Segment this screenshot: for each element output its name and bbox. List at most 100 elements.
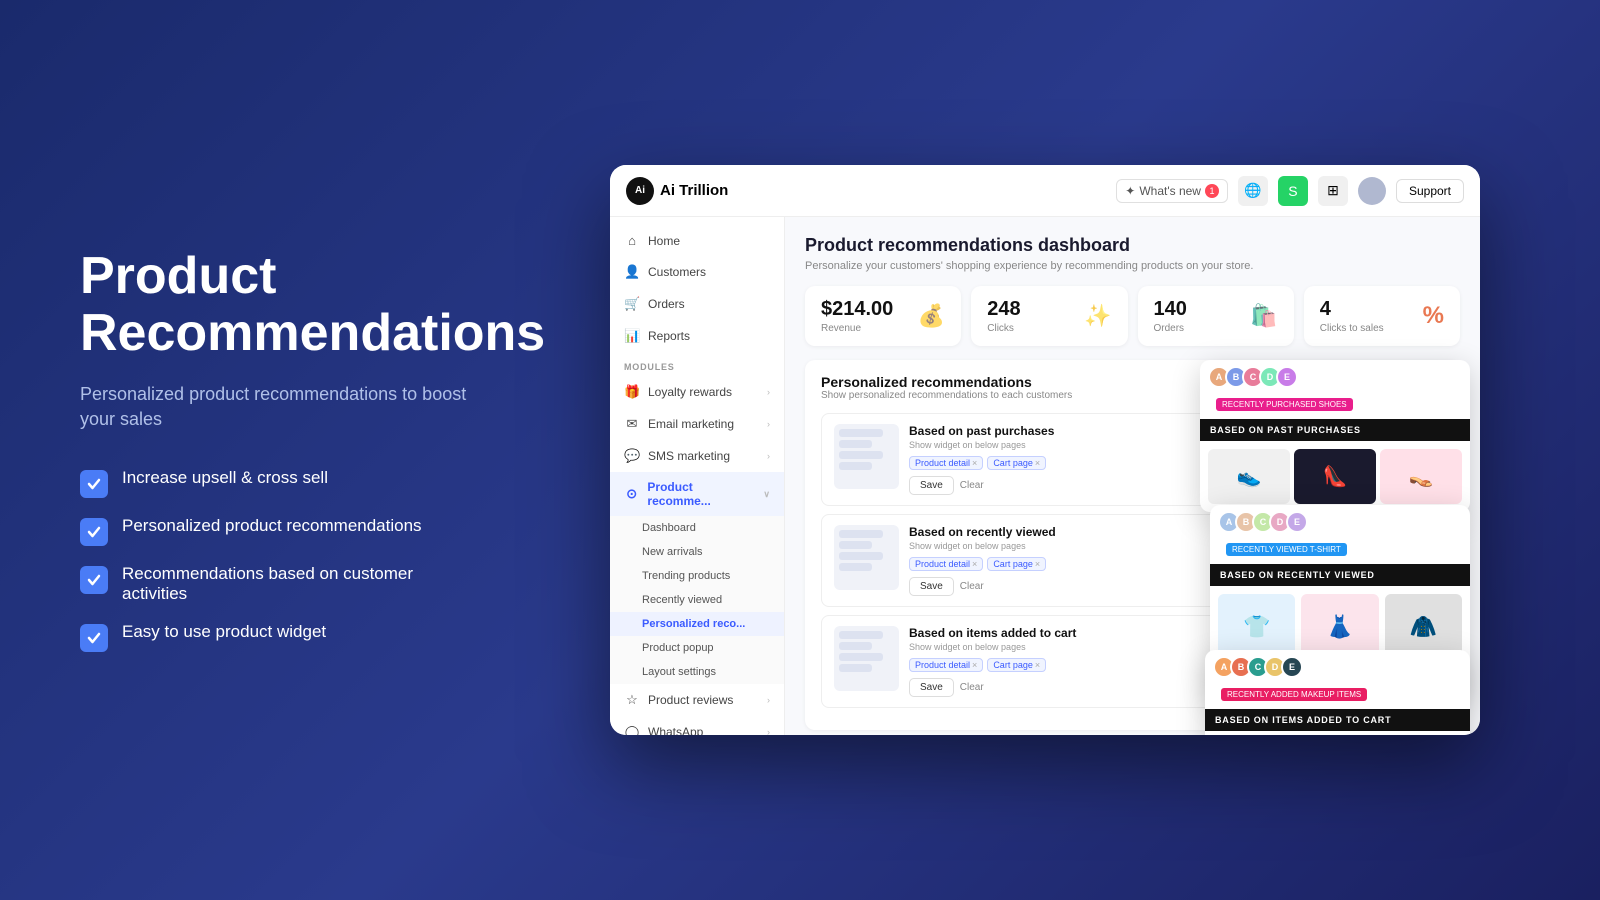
tag-product-detail[interactable]: Product detail × bbox=[909, 456, 983, 470]
sidebar-item-reviews[interactable]: ☆ Product reviews › bbox=[610, 684, 784, 716]
nav-actions: ✦ What's new 1 🌐 S ⊞ Support bbox=[1116, 176, 1464, 206]
makeup-images: 💄 🧴 💅 bbox=[1205, 731, 1470, 735]
submenu-personalized-reco[interactable]: Personalized reco... bbox=[610, 612, 784, 636]
tag-x-icon[interactable]: × bbox=[972, 660, 977, 670]
whats-new-button[interactable]: ✦ What's new 1 bbox=[1116, 179, 1228, 203]
popup-cart: A B C D E RECENTLY ADDED MAKEUP ITEMS BA… bbox=[1205, 650, 1470, 735]
submenu-new-arrivals[interactable]: New arrivals bbox=[610, 540, 784, 564]
sidebar-item-product-reco[interactable]: ⊙ Product recomme... ∨ bbox=[610, 472, 784, 516]
save-button[interactable]: Save bbox=[909, 678, 954, 697]
home-icon: ⌂ bbox=[624, 233, 640, 248]
orders-icon: 🛍️ bbox=[1250, 303, 1277, 329]
support-button[interactable]: Support bbox=[1396, 179, 1464, 203]
tag-product-detail[interactable]: Product detail × bbox=[909, 658, 983, 672]
page-subtitle: Personalize your customers' shopping exp… bbox=[805, 260, 1460, 272]
stats-row: $214.00 Revenue 💰 248 Clicks ✨ bbox=[805, 286, 1460, 346]
orders-icon: 🛒 bbox=[624, 296, 640, 312]
modules-label: MODULES bbox=[610, 352, 784, 376]
chevron-right-icon: › bbox=[767, 419, 770, 429]
whatsapp-icon: ◯ bbox=[624, 724, 640, 735]
avatar-row: A B C D E bbox=[1208, 366, 1298, 388]
preview-bar bbox=[839, 429, 883, 437]
grid-icon[interactable]: ⊞ bbox=[1318, 176, 1348, 206]
preview-bar bbox=[839, 462, 872, 470]
tag-cart-page[interactable]: Cart page × bbox=[987, 456, 1046, 470]
submenu-product-popup[interactable]: Product popup bbox=[610, 636, 784, 660]
check-icon bbox=[80, 518, 108, 546]
submenu-recently-viewed[interactable]: Recently viewed bbox=[610, 588, 784, 612]
chevron-right-icon: › bbox=[767, 727, 770, 735]
sidebar-item-loyalty[interactable]: 🎁 Loyalty rewards › bbox=[610, 376, 784, 408]
logo-area: Ai Ai Trillion bbox=[626, 177, 728, 205]
stat-card-revenue: $214.00 Revenue 💰 bbox=[805, 286, 961, 346]
reco-preview bbox=[834, 424, 899, 489]
sidebar-item-home[interactable]: ⌂ Home bbox=[610, 225, 784, 256]
clear-button[interactable]: Clear bbox=[960, 476, 984, 495]
popup-past-header: BASED ON PAST PURCHASES bbox=[1200, 419, 1470, 441]
ctr-icon: % bbox=[1423, 302, 1444, 330]
popup-recently-viewed-header: BASED ON RECENTLY VIEWED bbox=[1210, 564, 1470, 586]
preview-bar bbox=[839, 440, 872, 448]
hero-subtitle: Personalized product recommendations to … bbox=[80, 382, 470, 432]
check-icon bbox=[80, 624, 108, 652]
tag-cart-page[interactable]: Cart page × bbox=[987, 557, 1046, 571]
submenu-trending[interactable]: Trending products bbox=[610, 564, 784, 588]
reco-section: Personalized recommendations Show person… bbox=[805, 360, 1460, 730]
clear-button[interactable]: Clear bbox=[960, 678, 984, 697]
save-button[interactable]: Save bbox=[909, 577, 954, 596]
clear-button[interactable]: Clear bbox=[960, 577, 984, 596]
reports-icon: 📊 bbox=[624, 328, 640, 344]
tag-cart-page[interactable]: Cart page × bbox=[987, 658, 1046, 672]
tag-x-icon[interactable]: × bbox=[1035, 458, 1040, 468]
product-reco-icon: ⊙ bbox=[624, 486, 639, 502]
chevron-right-icon: › bbox=[767, 387, 770, 397]
sidebar-item-sms[interactable]: 💬 SMS marketing › bbox=[610, 440, 784, 472]
shoe-img-white: 👟 bbox=[1208, 449, 1290, 504]
user-avatar[interactable] bbox=[1358, 177, 1386, 205]
app-window: Ai Ai Trillion ✦ What's new 1 🌐 S ⊞ Supp… bbox=[610, 165, 1480, 735]
stat-label-revenue: Revenue bbox=[821, 323, 893, 334]
sidebar-item-reports[interactable]: 📊 Reports bbox=[610, 320, 784, 352]
reco-preview bbox=[834, 525, 899, 590]
whats-new-badge: 1 bbox=[1205, 184, 1219, 198]
page-title: Product recommendations dashboard bbox=[805, 235, 1460, 256]
preview-bar bbox=[839, 631, 883, 639]
chevron-right-icon: › bbox=[767, 451, 770, 461]
tag-x-icon[interactable]: × bbox=[972, 559, 977, 569]
shoe-img-pink: 👡 bbox=[1380, 449, 1462, 504]
shoe-images: 👟 👠 👡 bbox=[1200, 441, 1470, 512]
check-icon bbox=[80, 470, 108, 498]
stat-card-ctr: 4 Clicks to sales % bbox=[1304, 286, 1460, 346]
main-content: Product recommendations dashboard Person… bbox=[785, 217, 1480, 735]
save-button[interactable]: Save bbox=[909, 476, 954, 495]
tag-x-icon[interactable]: × bbox=[1035, 660, 1040, 670]
sidebar-item-whatsapp[interactable]: ◯ WhatsApp › bbox=[610, 716, 784, 735]
sidebar-item-customers[interactable]: 👤 Customers bbox=[610, 256, 784, 288]
store-icon[interactable]: S bbox=[1278, 176, 1308, 206]
feature-item: Easy to use product widget bbox=[80, 622, 470, 652]
tag-x-icon[interactable]: × bbox=[972, 458, 977, 468]
tag-product-detail[interactable]: Product detail × bbox=[909, 557, 983, 571]
loyalty-icon: 🎁 bbox=[624, 384, 640, 400]
reco-preview bbox=[834, 626, 899, 691]
tag-x-icon[interactable]: × bbox=[1035, 559, 1040, 569]
sidebar-item-orders[interactable]: 🛒 Orders bbox=[610, 288, 784, 320]
check-icon bbox=[80, 566, 108, 594]
feature-item: Personalized product recommendations bbox=[80, 516, 470, 546]
stat-card-orders: 140 Orders 🛍️ bbox=[1138, 286, 1294, 346]
sidebar-item-email[interactable]: ✉ Email marketing › bbox=[610, 408, 784, 440]
submenu-dashboard[interactable]: Dashboard bbox=[610, 516, 784, 540]
recently-purchased-badge: RECENTLY PURCHASED SHOES bbox=[1216, 398, 1353, 411]
sparkle-icon: ✦ bbox=[1125, 184, 1135, 198]
stat-label-ctr: Clicks to sales bbox=[1320, 323, 1384, 334]
right-panel: Ai Ai Trillion ✦ What's new 1 🌐 S ⊞ Supp… bbox=[530, 145, 1600, 755]
sidebar-submenu: Dashboard New arrivals Trending products… bbox=[610, 516, 784, 684]
preview-bar bbox=[839, 552, 883, 560]
preview-bar bbox=[839, 563, 872, 571]
language-selector[interactable]: 🌐 bbox=[1238, 176, 1268, 206]
stat-value-clicks: 248 bbox=[987, 298, 1020, 321]
preview-bar bbox=[839, 451, 883, 459]
sidebar: ⌂ Home 👤 Customers 🛒 Orders 📊 Reports MO… bbox=[610, 217, 785, 735]
stat-value-revenue: $214.00 bbox=[821, 298, 893, 321]
submenu-layout-settings[interactable]: Layout settings bbox=[610, 660, 784, 684]
